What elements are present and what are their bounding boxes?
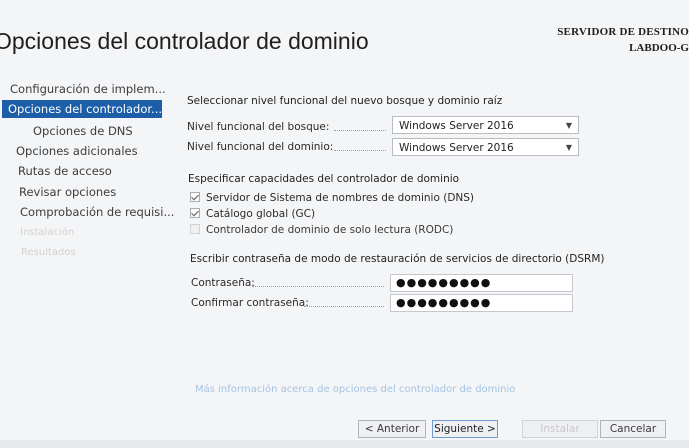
rodc-checkbox: [190, 224, 200, 234]
previous-button[interactable]: < Anterior: [358, 420, 426, 438]
next-button[interactable]: Siguiente >: [432, 420, 498, 438]
forest-level-label: Nivel funcional del bosque:: [187, 121, 330, 133]
nav-item-deployment-config[interactable]: Configuración de implem...: [10, 80, 166, 98]
install-button: Instalar: [522, 420, 598, 438]
destination-server-name: LABDOO-G: [629, 42, 689, 54]
global-catalog-label: Catálogo global (GC): [206, 208, 316, 220]
dns-server-label: Servidor de Sistema de nombres de domini…: [206, 192, 475, 204]
nav-item-paths[interactable]: Rutas de acceso: [18, 162, 112, 180]
nav-item-review-options[interactable]: Revisar opciones: [19, 183, 116, 201]
nav-item-additional-options[interactable]: Opciones adicionales: [16, 142, 138, 160]
nav-item-installation: Instalación: [20, 227, 75, 238]
password-label: Contraseña:: [191, 277, 255, 289]
dsrm-heading: Escribir contraseña de modo de restaurac…: [190, 253, 605, 265]
destination-server-label: SERVIDOR DE DESTINO: [557, 26, 689, 38]
confirm-password-input[interactable]: ●●●●●●●●●: [390, 294, 573, 312]
chevron-down-icon: ▼: [565, 121, 572, 130]
leader-dots: [304, 306, 384, 307]
global-catalog-checkbox-row[interactable]: Catálogo global (GC): [190, 208, 315, 220]
window-bottom-edge: [0, 440, 689, 448]
cancel-button[interactable]: Cancelar: [600, 420, 666, 438]
leader-dots: [334, 150, 386, 151]
leader-dots: [252, 286, 384, 287]
nav-item-dc-options[interactable]: Opciones del controlador...: [2, 100, 162, 118]
dns-server-checkbox-row[interactable]: Servidor de Sistema de nombres de domini…: [190, 192, 474, 204]
password-input[interactable]: ●●●●●●●●●: [390, 274, 573, 292]
chevron-down-icon: ▼: [565, 143, 572, 152]
global-catalog-checkbox[interactable]: [190, 208, 200, 218]
nav-item-prerequisites-check[interactable]: Comprobación de requisi...: [20, 203, 174, 221]
rodc-label: Controlador de dominio de solo lectura (…: [206, 224, 454, 236]
forest-level-select[interactable]: Windows Server 2016 ▼: [392, 116, 579, 134]
dns-server-checkbox[interactable]: [190, 192, 200, 202]
nav-item-dns-options[interactable]: Opciones de DNS: [33, 122, 133, 140]
rodc-checkbox-row: Controlador de dominio de solo lectura (…: [190, 224, 453, 236]
domain-level-value: Windows Server 2016: [399, 142, 514, 154]
more-info-link[interactable]: Más información acerca de opciones del c…: [195, 384, 515, 395]
domain-level-label: Nivel funcional del dominio:: [187, 141, 334, 153]
nav-item-results: Resultados: [21, 247, 76, 258]
forest-level-value: Windows Server 2016: [399, 120, 514, 132]
functional-level-heading: Seleccionar nivel funcional del nuevo bo…: [187, 95, 503, 107]
page-title: Opciones del controlador de dominio: [0, 28, 369, 54]
confirm-password-label: Confirmar contraseña:: [191, 297, 309, 309]
domain-level-select[interactable]: Windows Server 2016 ▼: [392, 138, 579, 156]
leader-dots: [334, 130, 386, 131]
capabilities-heading: Especificar capacidades del controlador …: [188, 173, 460, 185]
